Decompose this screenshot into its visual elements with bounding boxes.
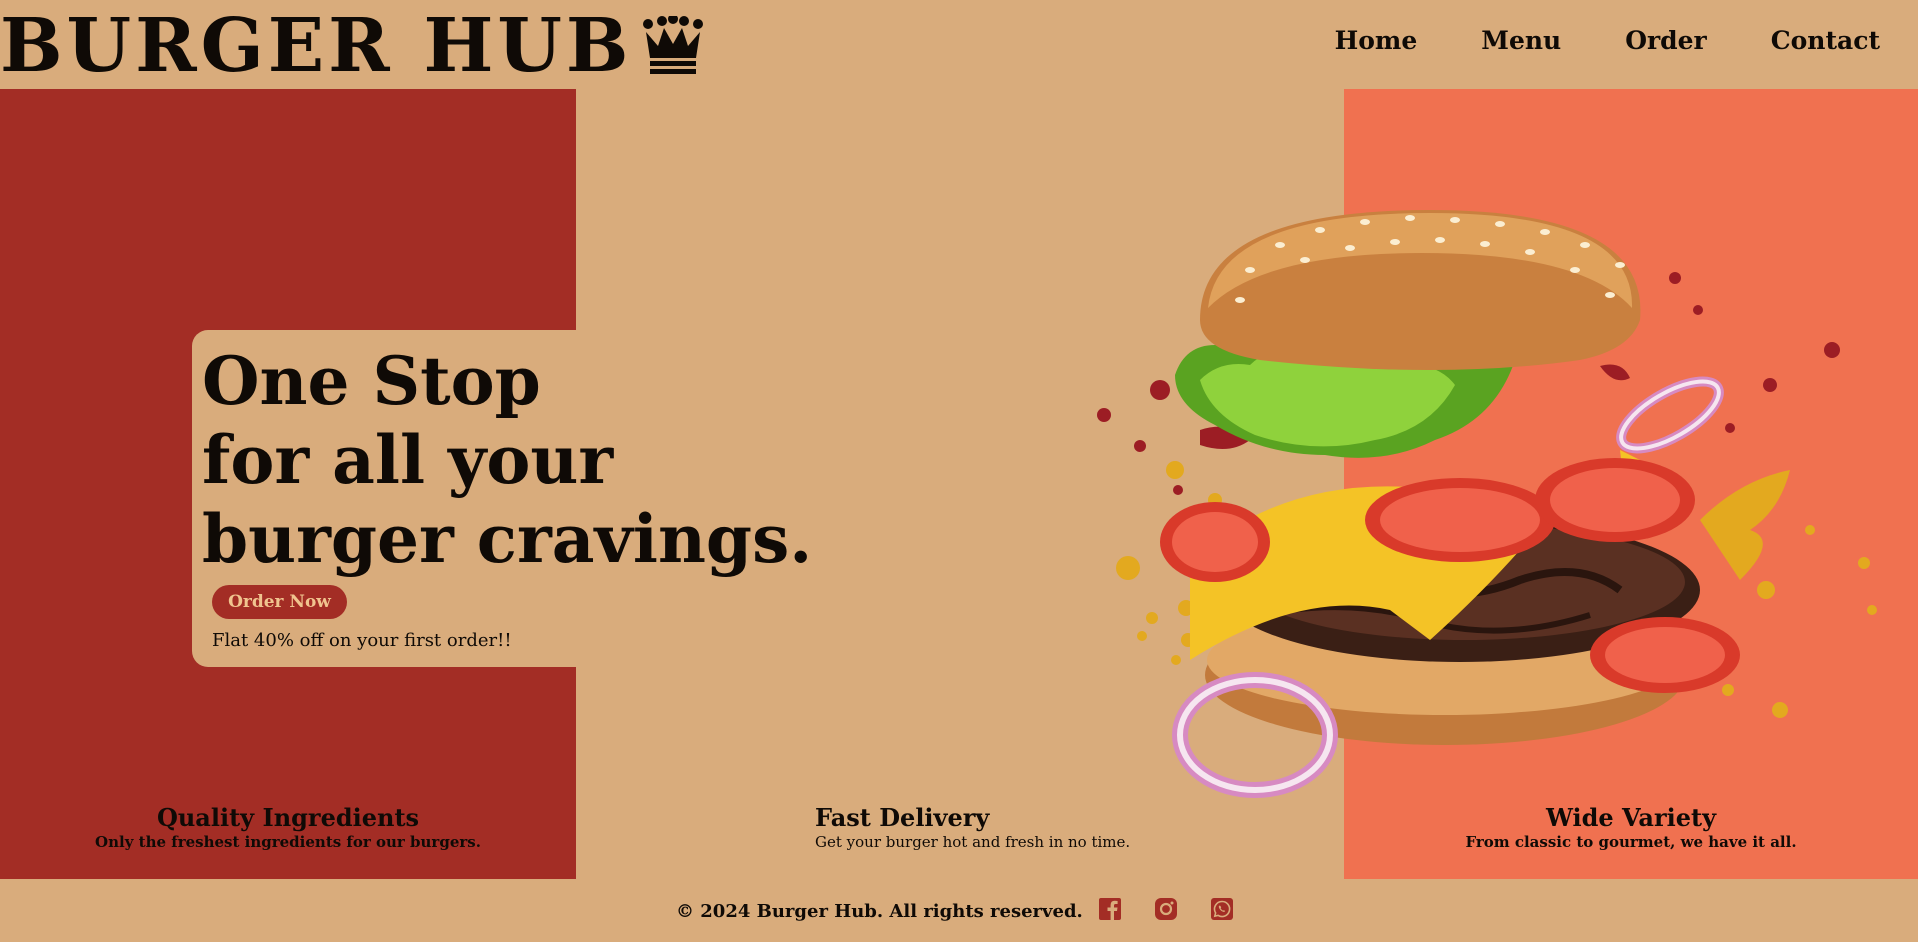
feature-variety: Wide Variety From classic to gourmet, we…: [1344, 803, 1918, 851]
feature-title: Quality Ingredients: [156, 803, 420, 832]
feature-text: Get your burger hot and fresh in no time…: [815, 833, 1131, 851]
brand-name: BURGER HUB: [0, 3, 633, 89]
hero-title-line-2: for all your: [202, 421, 614, 499]
hero-title-line-3: burger cravings.: [202, 500, 813, 578]
feature-quality: Quality Ingredients Only the freshest in…: [0, 803, 576, 851]
facebook-link[interactable]: [1098, 897, 1122, 921]
social-links: [1098, 897, 1234, 921]
whatsapp-link[interactable]: [1210, 897, 1234, 921]
copyright-text: © 2024 Burger Hub. All rights reserved.: [676, 901, 1083, 922]
nav-contact[interactable]: Contact: [1771, 26, 1880, 55]
facebook-icon: [1099, 898, 1121, 920]
feature-text: From classic to gourmet, we have it all.: [1465, 833, 1797, 851]
feature-delivery: Fast Delivery Get your burger hot and fr…: [815, 803, 1130, 851]
feature-text: Only the freshest ingredients for our bu…: [95, 833, 481, 851]
offer-text: Flat 40% off on your first order!!: [212, 630, 512, 651]
whatsapp-icon: [1211, 898, 1233, 920]
hero-title: One Stop for all your burger cravings.: [202, 342, 812, 579]
main-nav: Home Menu Order Contact: [1335, 26, 1880, 55]
site-header: BURGER HUB Home Menu Order Contact: [0, 0, 1918, 89]
burger-image: [1097, 210, 1877, 798]
nav-menu[interactable]: Menu: [1481, 26, 1561, 55]
feature-title: Fast Delivery: [815, 803, 990, 832]
hero-title-line-1: One Stop: [202, 342, 541, 420]
order-now-button[interactable]: Order Now: [212, 585, 347, 619]
crown-icon: [643, 16, 704, 74]
feature-title: Wide Variety: [1545, 803, 1717, 832]
site-footer: © 2024 Burger Hub. All rights reserved.: [0, 879, 1918, 942]
instagram-icon: [1155, 898, 1177, 920]
nav-home[interactable]: Home: [1335, 26, 1418, 55]
nav-order[interactable]: Order: [1625, 26, 1707, 55]
logo[interactable]: BURGER HUB: [0, 6, 704, 86]
instagram-link[interactable]: [1154, 897, 1178, 921]
